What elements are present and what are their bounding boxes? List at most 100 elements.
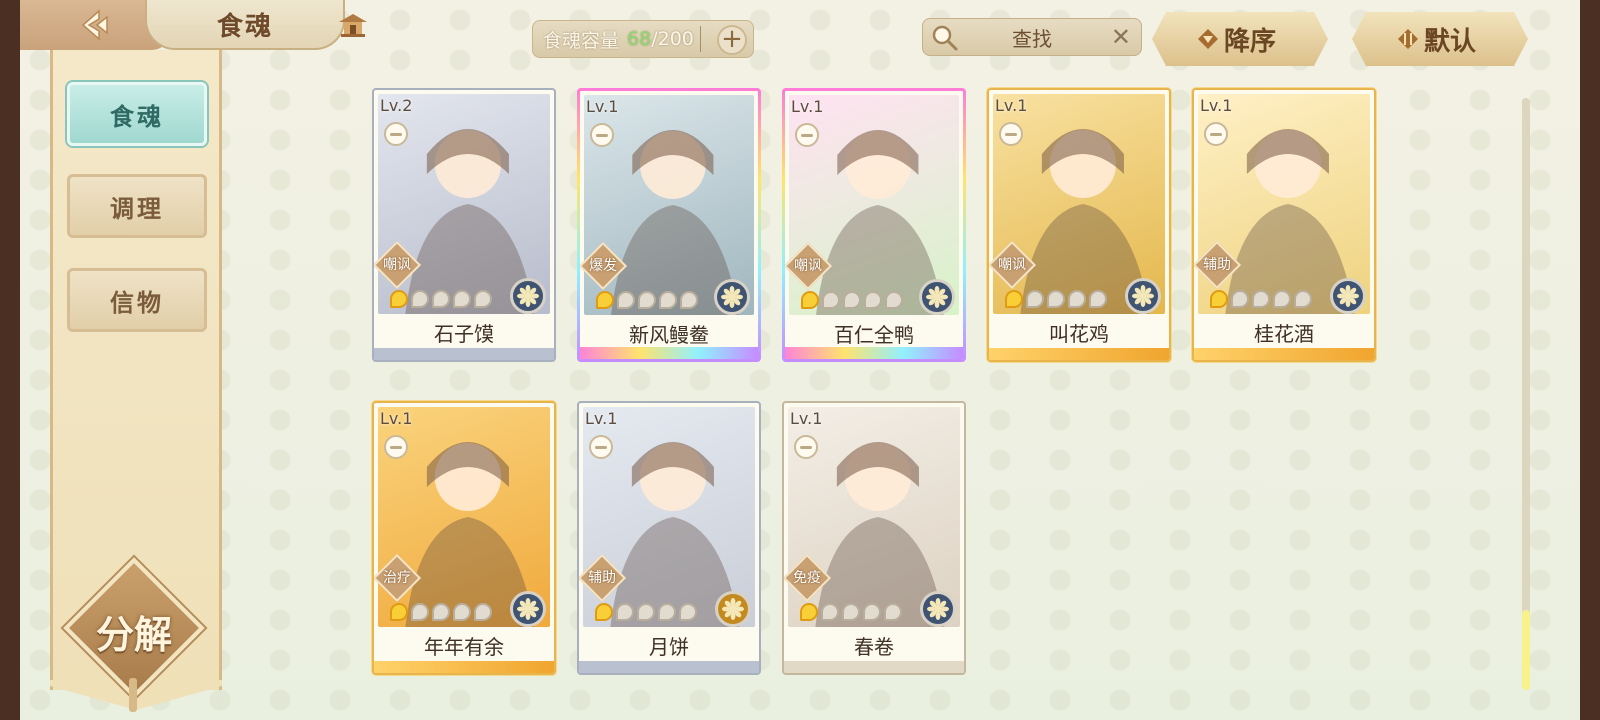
rarity-strip <box>1194 348 1374 360</box>
star-icon <box>864 291 882 309</box>
lock-toggle-icon[interactable] <box>589 435 613 459</box>
soul-capacity: 食魂容量 68 /200 + <box>532 20 754 58</box>
star-icon <box>595 603 613 621</box>
lock-toggle-icon[interactable] <box>999 122 1023 146</box>
rarity-strip <box>374 661 554 673</box>
triangle-down-icon <box>1196 27 1220 58</box>
star-icon <box>474 603 492 621</box>
star-rating <box>596 291 698 309</box>
food-soul-card[interactable]: Lv.1 辅助桂花酒 <box>1192 88 1376 362</box>
food-soul-card[interactable]: Lv.1 治疗 年年有余 <box>372 401 556 675</box>
tab-cooking-label: 调理 <box>110 194 164 223</box>
role-label: 辅助 <box>1203 257 1231 273</box>
sort-default-label: 默认 <box>1423 26 1476 57</box>
add-capacity-button[interactable]: + <box>717 25 747 55</box>
food-soul-card[interactable]: Lv.1 嘲讽 叫花鸡 <box>987 88 1171 362</box>
tab-cooking[interactable]: 调理 <box>67 174 207 238</box>
star-icon <box>390 603 408 621</box>
role-label: 免疫 <box>793 570 821 586</box>
star-icon <box>411 603 429 621</box>
tab-token[interactable]: 信物 <box>67 268 207 332</box>
card-level: Lv.2 <box>380 96 413 115</box>
card-name: 百仁全鸭 <box>834 323 914 347</box>
star-icon <box>1210 290 1228 308</box>
food-soul-card[interactable]: Lv.1 免疫 春卷 <box>782 401 966 675</box>
star-rating <box>390 290 492 308</box>
capacity-current: 68 <box>627 28 652 50</box>
card-level: Lv.1 <box>380 409 413 428</box>
card-name: 石子馍 <box>434 322 494 346</box>
search-icon <box>931 24 959 57</box>
capacity-label: 食魂容量 <box>543 29 620 52</box>
star-icon <box>863 603 881 621</box>
card-name: 叫花鸡 <box>1049 322 1109 346</box>
food-soul-card[interactable]: Lv.1 嘲讽 百仁全鸭 <box>782 88 966 362</box>
star-icon <box>680 291 698 309</box>
pavilion-icon[interactable] <box>335 10 371 40</box>
tab-food-soul[interactable]: 食魂 <box>67 82 207 146</box>
gear-icon <box>920 591 956 627</box>
lock-toggle-icon[interactable] <box>794 435 818 459</box>
sort-default-button[interactable]: 默认 <box>1352 12 1528 66</box>
role-label: 治疗 <box>383 570 411 586</box>
star-icon <box>616 603 634 621</box>
star-icon <box>453 290 471 308</box>
lock-toggle-icon[interactable] <box>590 123 614 147</box>
card-name: 月饼 <box>649 635 689 659</box>
sort-order-button[interactable]: 降序 <box>1152 12 1328 66</box>
star-icon <box>800 603 818 621</box>
star-icon <box>801 291 819 309</box>
role-label: 辅助 <box>588 570 616 586</box>
card-name: 桂花酒 <box>1254 322 1314 346</box>
search-placeholder: 查找 <box>1012 26 1052 51</box>
rarity-strip <box>580 347 758 359</box>
star-icon <box>453 603 471 621</box>
star-icon <box>1231 290 1249 308</box>
gear-icon <box>919 279 955 315</box>
role-label: 嘲讽 <box>383 257 411 273</box>
back-arrow-icon <box>81 9 108 41</box>
tassel-decoration <box>129 678 137 712</box>
lock-toggle-icon[interactable] <box>1204 122 1228 146</box>
role-label: 嘲讽 <box>998 257 1026 273</box>
capacity-divider <box>699 26 701 52</box>
rarity-strip <box>784 661 964 673</box>
star-rating <box>1005 290 1107 308</box>
star-icon <box>821 603 839 621</box>
card-level: Lv.1 <box>585 409 618 428</box>
rarity-strip <box>374 348 554 360</box>
food-soul-card[interactable]: Lv.2 嘲讽石子馍 <box>372 88 556 362</box>
gear-icon <box>714 279 750 315</box>
gear-icon <box>510 591 546 627</box>
rarity-strip <box>579 661 759 673</box>
star-icon <box>1089 290 1107 308</box>
role-label: 爆发 <box>589 258 617 274</box>
top-header: 食魂 <box>20 0 380 50</box>
role-label: 嘲讽 <box>794 258 822 274</box>
decompose-label: 分解 <box>95 613 172 657</box>
star-rating <box>1210 290 1312 308</box>
star-icon <box>822 291 840 309</box>
gear-icon <box>1330 278 1366 314</box>
sort-toggle-icon <box>1396 27 1420 58</box>
star-icon <box>1026 290 1044 308</box>
lock-toggle-icon[interactable] <box>384 435 408 459</box>
star-icon <box>596 291 614 309</box>
star-icon <box>659 291 677 309</box>
sort-order-label: 降序 <box>1223 26 1276 57</box>
scrollbar-thumb[interactable] <box>1522 610 1530 690</box>
lock-toggle-icon[interactable] <box>384 122 408 146</box>
food-soul-card[interactable]: Lv.1 辅助月饼 <box>577 401 761 675</box>
clear-search-icon[interactable]: ✕ <box>1111 23 1131 51</box>
lock-toggle-icon[interactable] <box>795 123 819 147</box>
star-icon <box>432 603 450 621</box>
flower-icon <box>715 591 751 627</box>
star-icon <box>411 290 429 308</box>
food-soul-card[interactable]: Lv.1 爆发 新风鳗鲞 <box>577 88 761 362</box>
scrollbar[interactable] <box>1522 98 1530 690</box>
card-name: 春卷 <box>854 635 894 659</box>
star-icon <box>843 291 861 309</box>
search-input[interactable]: 查找 ✕ <box>922 18 1142 56</box>
page-title: 食魂 <box>145 0 345 50</box>
card-level: Lv.1 <box>1200 96 1233 115</box>
